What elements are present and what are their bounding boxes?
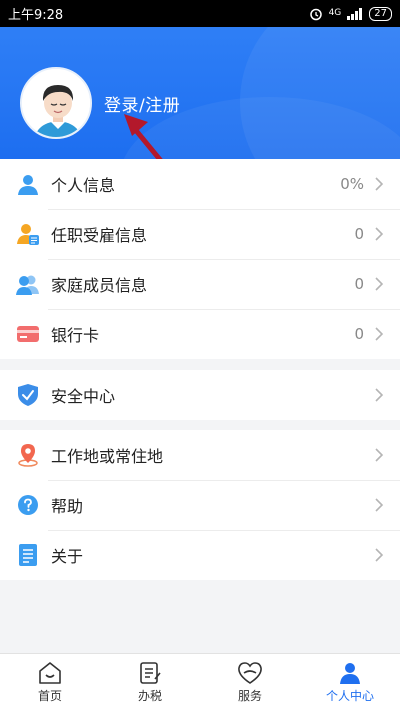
menu-item-value: 0%	[340, 175, 364, 193]
home-icon	[39, 662, 61, 684]
tab-tax[interactable]: 办税	[100, 654, 200, 711]
family-icon	[16, 272, 40, 296]
personal-info-group: 个人信息 0% 任职受雇信息 0 家庭成员信息 0 银行卡 0	[0, 159, 400, 359]
chevron-right-icon	[375, 177, 384, 191]
menu-item-security-center[interactable]: 安全中心	[0, 370, 400, 420]
document-icon	[16, 543, 40, 567]
chevron-right-icon	[375, 277, 384, 291]
employment-icon	[16, 222, 40, 246]
menu-item-work-location[interactable]: 工作地或常住地	[0, 430, 400, 480]
profile-icon	[340, 663, 360, 684]
tax-icon	[140, 662, 161, 684]
menu-item-value: 0	[354, 275, 364, 293]
menu-item-label: 安全中心	[51, 387, 116, 406]
chevron-right-icon	[375, 448, 384, 462]
menu-item-label: 关于	[51, 547, 84, 566]
avatar-face-icon	[22, 69, 90, 137]
avatar[interactable]	[20, 67, 92, 139]
help-icon	[16, 493, 40, 517]
bottom-tab-bar: 首页 办税 服务 个人中心	[0, 653, 400, 711]
menu-item-label: 任职受雇信息	[51, 226, 148, 245]
profile-header: 登录/注册	[0, 27, 400, 159]
alarm-icon	[309, 8, 322, 20]
status-time: 上午9:28	[8, 8, 64, 23]
menu-item-value: 0	[354, 325, 364, 343]
chevron-right-icon	[375, 498, 384, 512]
chevron-right-icon	[375, 548, 384, 562]
menu-item-help[interactable]: 帮助	[0, 480, 400, 530]
menu-item-bank-card[interactable]: 银行卡 0	[0, 309, 400, 359]
security-group: 安全中心	[0, 370, 400, 420]
tab-label: 服务	[237, 689, 262, 703]
menu-item-label: 工作地或常住地	[51, 447, 164, 466]
menu-item-label: 个人信息	[51, 176, 116, 195]
tab-label: 个人中心	[325, 689, 374, 703]
menu-item-label: 银行卡	[51, 326, 100, 345]
menu-item-label: 帮助	[51, 497, 84, 516]
signal-icon	[347, 7, 363, 20]
menu-item-value: 0	[354, 225, 364, 243]
person-icon	[16, 172, 40, 196]
service-icon	[238, 662, 262, 684]
bank-card-icon	[16, 322, 40, 346]
menu-item-employment-info[interactable]: 任职受雇信息 0	[0, 209, 400, 259]
menu-item-label: 家庭成员信息	[51, 276, 148, 295]
network-type: 4G	[328, 8, 342, 18]
other-group: 工作地或常住地 帮助 关于	[0, 430, 400, 580]
tab-profile[interactable]: 个人中心	[300, 654, 400, 711]
menu-item-about[interactable]: 关于	[0, 530, 400, 580]
menu-item-personal-info[interactable]: 个人信息 0%	[0, 159, 400, 209]
shield-icon	[16, 383, 40, 407]
battery-level: 27	[369, 6, 392, 21]
tab-home[interactable]: 首页	[0, 654, 100, 711]
status-icons: 4G 27	[309, 6, 392, 21]
tab-label: 首页	[37, 689, 62, 703]
status-bar: 上午9:28 4G 27	[0, 0, 400, 27]
chevron-right-icon	[375, 388, 384, 402]
tab-label: 办税	[137, 689, 162, 703]
chevron-right-icon	[375, 327, 384, 341]
tab-service[interactable]: 服务	[200, 654, 300, 711]
menu-item-family-info[interactable]: 家庭成员信息 0	[0, 259, 400, 309]
location-icon	[16, 443, 40, 467]
chevron-right-icon	[375, 227, 384, 241]
